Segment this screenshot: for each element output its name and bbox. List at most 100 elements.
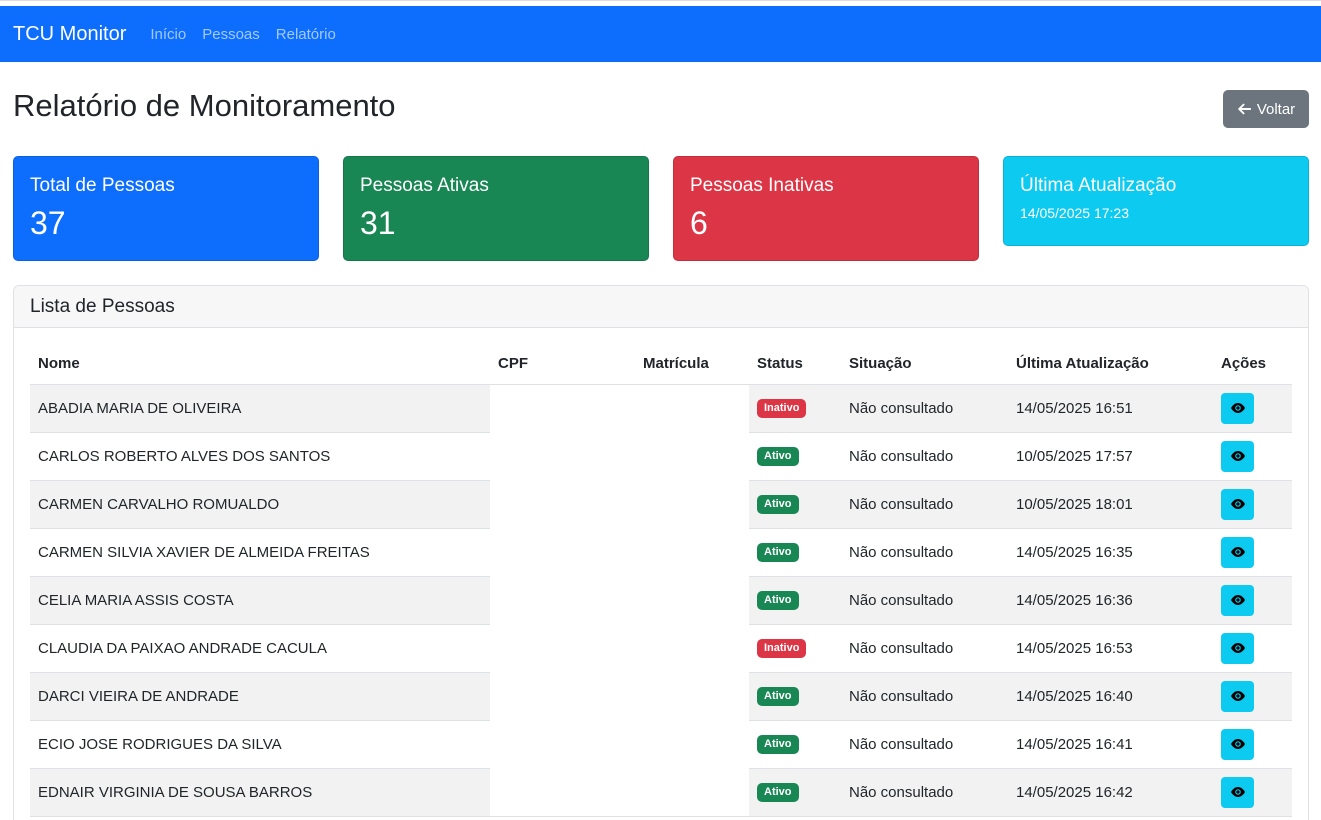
name-cell: CARLOS ROBERTO ALVES DOS SANTOS xyxy=(30,432,490,481)
situation-cell: Não consultado xyxy=(841,480,1008,529)
status-badge: Ativo xyxy=(757,783,799,802)
updated-cell: 14/05/2025 16:40 xyxy=(1008,672,1213,721)
column-header-ultima-atualizacao[interactable]: Última Atualização xyxy=(1008,343,1213,385)
card-active-value: 31 xyxy=(360,205,396,241)
eye-icon xyxy=(1230,403,1245,413)
view-button[interactable] xyxy=(1221,584,1254,616)
situation-cell: Não consultado xyxy=(841,768,1008,817)
column-header-cpf[interactable]: CPF xyxy=(490,343,635,385)
updated-cell: 14/05/2025 16:53 xyxy=(1008,624,1213,673)
status-badge: Ativo xyxy=(757,543,799,562)
navbar: TCU Monitor Início Pessoas Relatório xyxy=(0,6,1321,62)
column-header-status[interactable]: Status xyxy=(749,343,841,385)
view-button[interactable] xyxy=(1221,440,1254,472)
eye-icon xyxy=(1230,787,1245,797)
nav-link-inicio[interactable]: Início xyxy=(150,26,186,43)
status-cell: Ativo xyxy=(749,480,841,529)
name-cell: CARMEN CARVALHO ROMUALDO xyxy=(30,480,490,529)
people-table: Nome CPF Matrícula Status Situação Últim… xyxy=(30,343,1292,817)
status-badge: Ativo xyxy=(757,735,799,754)
name-cell: CARMEN SILVIA XAVIER DE ALMEIDA FREITAS xyxy=(30,528,490,577)
eye-icon xyxy=(1230,451,1245,461)
status-cell: Ativo xyxy=(749,528,841,577)
back-button[interactable]: Voltar xyxy=(1223,90,1309,128)
view-button[interactable] xyxy=(1221,392,1254,424)
name-cell: EDNAIR VIRGINIA DE SOUSA BARROS xyxy=(30,768,490,817)
status-cell: Ativo xyxy=(749,720,841,769)
view-button[interactable] xyxy=(1221,536,1254,568)
nav-link-relatorio[interactable]: Relatório xyxy=(276,26,336,43)
card-inactive-title: Pessoas Inativas xyxy=(690,175,834,196)
matricula-cell xyxy=(635,384,749,817)
situation-cell: Não consultado xyxy=(841,528,1008,577)
eye-icon xyxy=(1230,739,1245,749)
card-inactive-value: 6 xyxy=(690,205,708,241)
updated-cell: 14/05/2025 16:35 xyxy=(1008,528,1213,577)
status-badge: Ativo xyxy=(757,447,799,466)
view-button[interactable] xyxy=(1221,488,1254,520)
actions-cell xyxy=(1213,528,1292,577)
status-cell: Ativo xyxy=(749,768,841,817)
table-body: ABADIA MARIA DE OLIVEIRA Inativo Não consu… xyxy=(30,384,1292,817)
actions-cell xyxy=(1213,576,1292,625)
status-badge: Inativo xyxy=(757,399,807,418)
actions-cell xyxy=(1213,432,1292,481)
eye-icon xyxy=(1230,643,1245,653)
actions-cell xyxy=(1213,768,1292,817)
name-cell: CLAUDIA DA PAIXAO ANDRADE CACULA xyxy=(30,624,490,673)
table-header-row: Nome CPF Matrícula Status Situação Últim… xyxy=(30,343,1292,385)
nav-link-pessoas[interactable]: Pessoas xyxy=(202,26,260,43)
card-ultima-atualizacao: Última Atualização 14/05/2025 17:23 xyxy=(1003,156,1309,246)
actions-cell xyxy=(1213,672,1292,721)
card-last-update-value: 14/05/2025 17:23 xyxy=(1020,205,1129,221)
column-header-situacao[interactable]: Situação xyxy=(841,343,1008,385)
people-list-panel: Lista de Pessoas Nome CPF Matrícula Stat… xyxy=(13,285,1309,820)
status-cell: Ativo xyxy=(749,576,841,625)
card-pessoas-ativas: Pessoas Ativas 31 xyxy=(343,156,649,261)
status-cell: Ativo xyxy=(749,672,841,721)
updated-cell: 10/05/2025 18:01 xyxy=(1008,480,1213,529)
column-header-matricula[interactable]: Matrícula xyxy=(635,343,749,385)
status-badge: Ativo xyxy=(757,591,799,610)
name-cell: ABADIA MARIA DE OLIVEIRA xyxy=(30,384,490,433)
eye-icon xyxy=(1230,595,1245,605)
card-active-title: Pessoas Ativas xyxy=(360,175,489,196)
status-badge: Ativo xyxy=(757,687,799,706)
view-button[interactable] xyxy=(1221,776,1254,808)
view-button[interactable] xyxy=(1221,680,1254,712)
card-total-title: Total de Pessoas xyxy=(30,175,175,196)
card-last-update-title: Última Atualização xyxy=(1020,175,1177,196)
updated-cell: 14/05/2025 16:36 xyxy=(1008,576,1213,625)
panel-title: Lista de Pessoas xyxy=(14,286,1308,328)
situation-cell: Não consultado xyxy=(841,432,1008,481)
arrow-left-icon xyxy=(1238,103,1251,115)
situation-cell: Não consultado xyxy=(841,576,1008,625)
eye-icon xyxy=(1230,499,1245,509)
situation-cell: Não consultado xyxy=(841,672,1008,721)
actions-cell xyxy=(1213,624,1292,673)
column-header-nome[interactable]: Nome xyxy=(30,343,490,385)
cpf-cell xyxy=(490,384,635,817)
situation-cell: Não consultado xyxy=(841,720,1008,769)
status-cell: Inativo xyxy=(749,624,841,673)
navbar-brand[interactable]: TCU Monitor xyxy=(13,23,126,46)
situation-cell: Não consultado xyxy=(841,624,1008,673)
status-badge: Inativo xyxy=(757,639,807,658)
updated-cell: 14/05/2025 16:42 xyxy=(1008,768,1213,817)
eye-icon xyxy=(1230,691,1245,701)
status-badge: Ativo xyxy=(757,495,799,514)
view-button[interactable] xyxy=(1221,632,1254,664)
view-button[interactable] xyxy=(1221,728,1254,760)
actions-cell xyxy=(1213,720,1292,769)
updated-cell: 14/05/2025 16:51 xyxy=(1008,384,1213,433)
eye-icon xyxy=(1230,547,1245,557)
name-cell: ECIO JOSE RODRIGUES DA SILVA xyxy=(30,720,490,769)
actions-cell xyxy=(1213,480,1292,529)
name-cell: CELIA MARIA ASSIS COSTA xyxy=(30,576,490,625)
situation-cell: Não consultado xyxy=(841,384,1008,433)
card-total-pessoas: Total de Pessoas 37 xyxy=(13,156,319,261)
card-total-value: 37 xyxy=(30,205,66,241)
actions-cell xyxy=(1213,384,1292,433)
status-cell: Ativo xyxy=(749,432,841,481)
column-header-acoes: Ações xyxy=(1213,343,1292,385)
